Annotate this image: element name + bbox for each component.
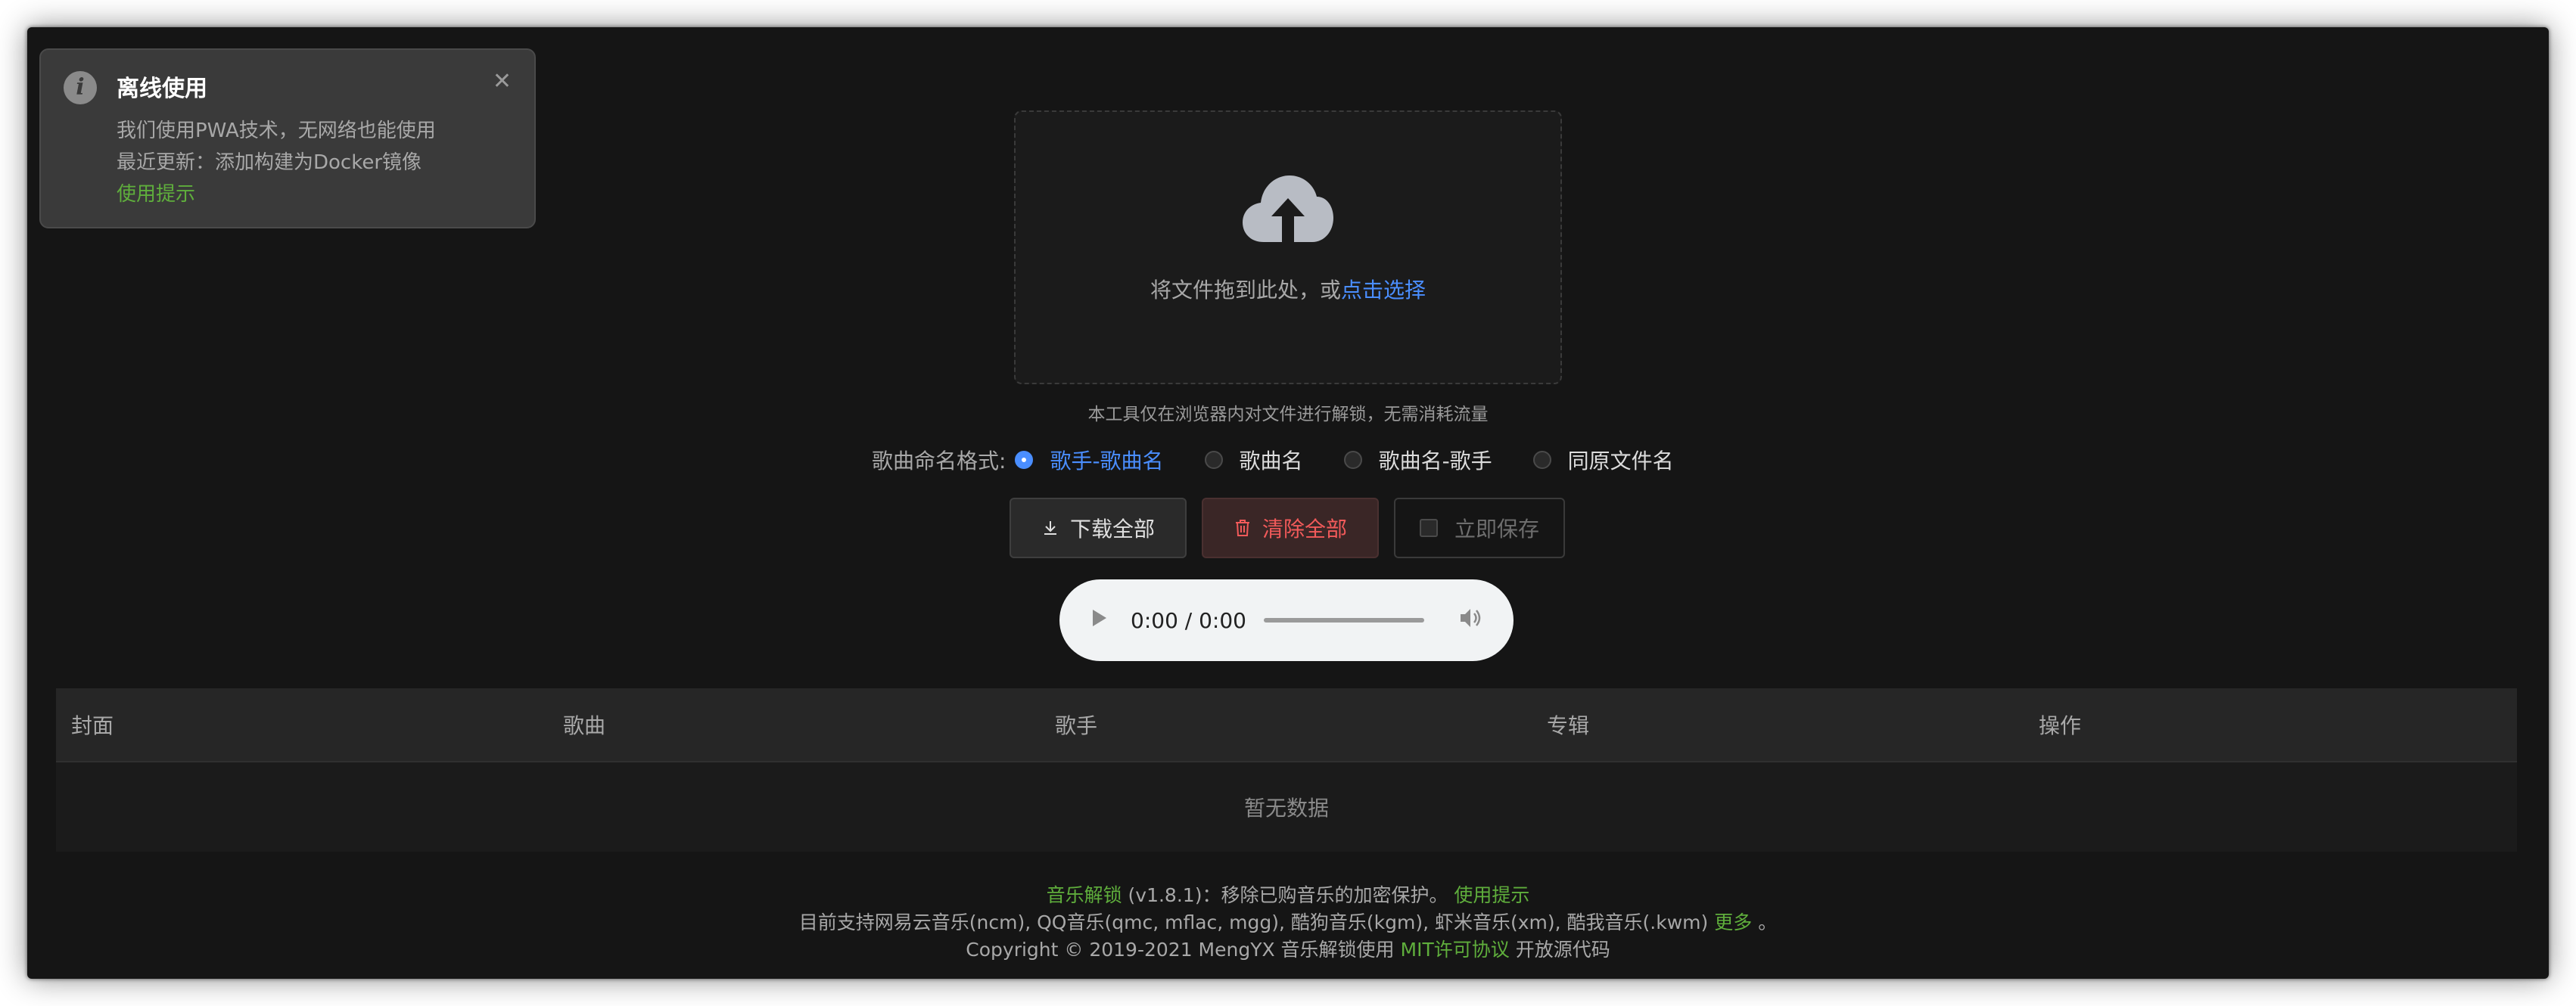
progress-bar[interactable]: [1264, 618, 1424, 623]
upload-instructions: 将文件拖到此处，或点击选择: [1016, 274, 1560, 304]
column-actions: 操作: [2039, 713, 2082, 738]
audio-player: 0:00 / 0:00: [1059, 579, 1514, 661]
footer-period: 。: [1758, 911, 1778, 933]
radio-title[interactable]: 歌曲名: [1204, 445, 1303, 475]
close-icon[interactable]: ✕: [493, 68, 512, 95]
play-icon[interactable]: [1091, 608, 1108, 633]
version-text: (v1.8.1)：移除已购音乐的加密保护。: [1128, 884, 1448, 906]
footer-help-link[interactable]: 使用提示: [1454, 884, 1529, 906]
radio-dot: [1015, 451, 1034, 469]
radio-title-artist[interactable]: 歌曲名-歌手: [1343, 445, 1492, 475]
more-link[interactable]: 更多: [1714, 911, 1752, 933]
privacy-tip: 本工具仅在浏览器内对文件进行解锁，无需消耗流量: [1087, 405, 1489, 424]
naming-format-group: 歌曲命名格式: 歌手-歌曲名 歌曲名 歌曲名-歌手 同原文件名: [872, 443, 1715, 477]
footer-copyright-line: Copyright © 2019-2021 MengYX 音乐解锁使用 MIT许…: [27, 935, 2549, 962]
app-name-link[interactable]: 音乐解锁: [1047, 884, 1122, 906]
radio-dot: [1204, 451, 1223, 469]
notification-line-2: 最近更新：添加构建为Docker镜像: [117, 151, 422, 174]
license-link[interactable]: MIT许可协议: [1401, 939, 1510, 961]
file-table: 封面 歌曲 歌手 专辑 操作 暂无数据: [56, 688, 2517, 852]
save-now-label: 立即保存: [1454, 517, 1539, 542]
upload-dropzone[interactable]: 将文件拖到此处，或点击选择: [1014, 110, 1562, 384]
column-cover: 封面: [71, 713, 114, 738]
footer-support-line: 目前支持网易云音乐(ncm), QQ音乐(qmc, mflac, mgg), 酷…: [27, 908, 2549, 935]
table-empty-state: 暂无数据: [56, 762, 2517, 852]
clear-all-button[interactable]: 清除全部: [1202, 498, 1379, 558]
clear-all-label: 清除全部: [1262, 517, 1347, 542]
open-source-text: 开放源代码: [1515, 939, 1610, 961]
checkbox-box: [1419, 519, 1438, 537]
player-time: 0:00 / 0:00: [1131, 607, 1246, 633]
radio-artist-title[interactable]: 歌手-歌曲名: [1015, 445, 1164, 475]
volume-icon[interactable]: [1459, 607, 1483, 635]
trash-icon: [1234, 518, 1252, 538]
info-icon: i: [64, 71, 97, 104]
notification-title: 离线使用: [117, 76, 207, 102]
save-now-checkbox[interactable]: 立即保存: [1394, 498, 1565, 558]
app-window: i 离线使用 ✕ 我们使用PWA技术，无网络也能使用 最近更新：添加构建为Doc…: [27, 27, 2549, 979]
radio-dot: [1532, 451, 1551, 469]
download-icon: [1041, 519, 1059, 537]
upload-text: 将文件拖到此处，或: [1150, 278, 1341, 303]
column-title: 歌曲: [563, 713, 606, 738]
radio-label: 歌曲名: [1239, 449, 1303, 474]
download-all-button[interactable]: 下载全部: [1010, 498, 1187, 558]
radio-original-filename[interactable]: 同原文件名: [1532, 445, 1674, 475]
naming-format-label: 歌曲命名格式:: [872, 449, 1006, 474]
support-text: 目前支持网易云音乐(ncm), QQ音乐(qmc, mflac, mgg), 酷…: [798, 911, 1709, 933]
cloud-upload-icon: [1241, 172, 1335, 248]
radio-label: 同原文件名: [1567, 449, 1674, 474]
table-header: 封面 歌曲 歌手 专辑 操作: [56, 688, 2517, 762]
footer-version-line: 音乐解锁 (v1.8.1)：移除已购音乐的加密保护。 使用提示: [27, 880, 2549, 908]
radio-label: 歌曲名-歌手: [1378, 449, 1492, 474]
radio-dot: [1343, 451, 1362, 469]
download-all-label: 下载全部: [1069, 517, 1155, 542]
copyright-text: Copyright © 2019-2021 MengYX 音乐解锁使用: [966, 939, 1395, 961]
column-album: 专辑: [1547, 713, 1590, 738]
column-artist: 歌手: [1055, 713, 1098, 738]
notification-help-link[interactable]: 使用提示: [117, 179, 195, 206]
select-file-link[interactable]: 点击选择: [1341, 278, 1426, 303]
offline-notification: i 离线使用 ✕ 我们使用PWA技术，无网络也能使用 最近更新：添加构建为Doc…: [39, 48, 536, 228]
radio-label: 歌手-歌曲名: [1050, 449, 1164, 474]
notification-line-1: 我们使用PWA技术，无网络也能使用: [117, 120, 436, 142]
